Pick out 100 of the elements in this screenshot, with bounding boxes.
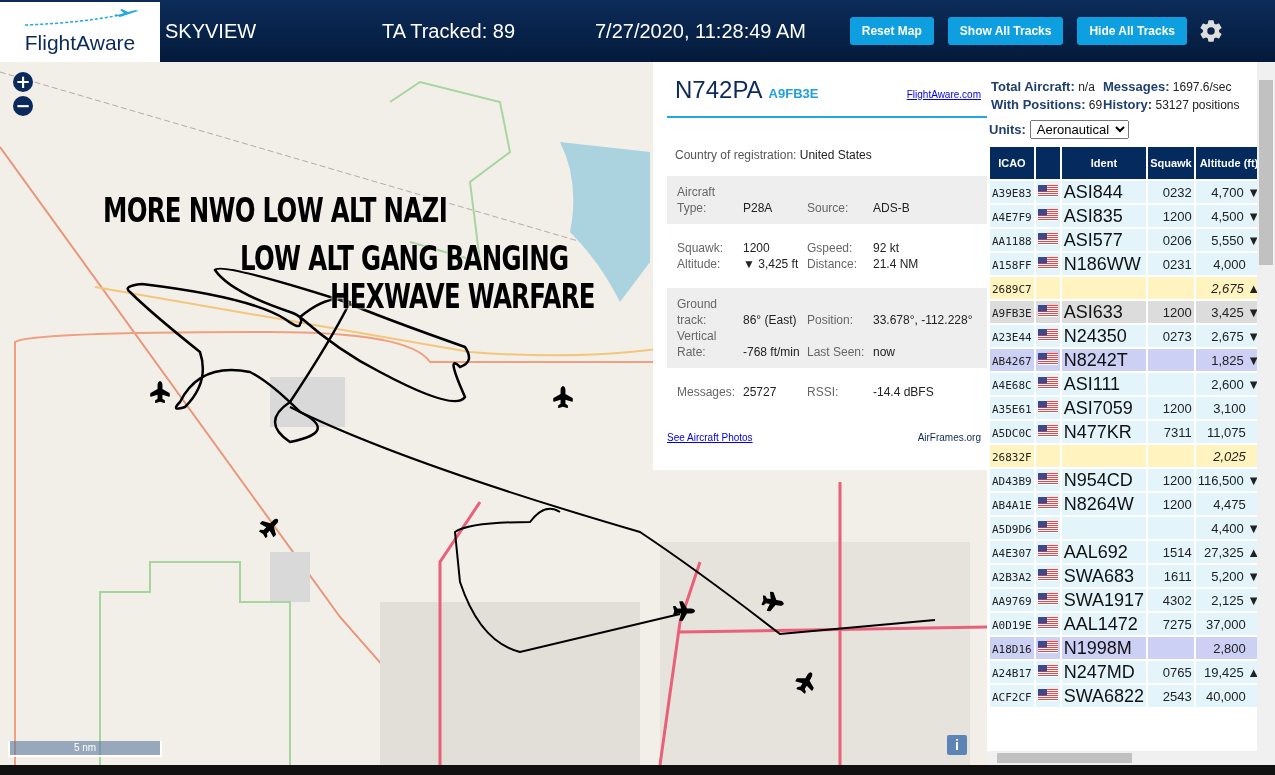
squawk-cell[interactable]: 0231 [1148,253,1194,275]
flag-cell[interactable] [1035,541,1060,563]
icao-cell[interactable]: AA9769 [990,589,1034,611]
flag-cell[interactable] [1035,397,1060,419]
flag-cell[interactable] [1035,229,1060,251]
altitude-cell[interactable]: 40,000 [1195,685,1257,707]
altitude-cell[interactable]: 4,000 [1195,253,1257,275]
squawk-cell[interactable]: 1200 [1148,301,1194,323]
squawk-cell[interactable] [1148,277,1194,299]
icao-cell[interactable]: A35E61 [990,397,1034,419]
icao-cell[interactable]: A39E83 [990,181,1034,203]
altitude-cell[interactable]: 4,400 ▼ [1195,517,1257,539]
icao-cell[interactable]: A4E68C [990,373,1034,395]
squawk-cell[interactable] [1148,445,1194,467]
ident-cell[interactable] [1061,277,1147,299]
vertical-scrollbar[interactable] [1257,62,1275,765]
altitude-cell[interactable]: 1,825 ▼ [1195,349,1257,371]
squawk-cell[interactable]: 0206 [1148,229,1194,251]
ident-cell[interactable] [1061,517,1147,539]
ident-cell[interactable]: N24350 [1061,325,1147,347]
ident-cell[interactable]: ASI844 [1061,181,1147,203]
altitude-cell[interactable]: 5,200 ▼ [1195,565,1257,587]
airplane-icon[interactable] [259,516,281,538]
flightaware-logo[interactable]: FlightAware [0,2,160,62]
altitude-cell[interactable]: 2,800 [1195,637,1257,659]
altitude-cell[interactable]: 3,425 ▼ [1195,301,1257,323]
ident-cell[interactable]: ASI577 [1061,229,1147,251]
altitude-cell[interactable]: 116,500 ▼ [1195,469,1257,491]
altitude-cell[interactable]: 2,125 ▼ [1195,589,1257,611]
ident-cell[interactable]: ASI111 [1061,373,1147,395]
ident-cell[interactable]: SWA6822 [1061,685,1147,707]
altitude-cell[interactable]: 2,675 ▲ [1195,277,1257,299]
ident-cell[interactable]: SWA683 [1061,565,1147,587]
ident-cell[interactable]: ASI7059 [1061,397,1147,419]
flag-cell[interactable] [1035,565,1060,587]
icao-cell[interactable]: A5D9D6 [990,517,1034,539]
icao-cell[interactable]: ACF2CF [990,685,1034,707]
flag-cell[interactable] [1035,205,1060,227]
squawk-cell[interactable] [1148,349,1194,371]
flag-cell[interactable] [1035,469,1060,491]
altitude-cell[interactable]: 3,100 [1195,397,1257,419]
altitude-cell[interactable]: 37,000 [1195,613,1257,635]
squawk-cell[interactable] [1148,637,1194,659]
ident-cell[interactable]: N1998M [1061,637,1147,659]
flag-cell[interactable] [1035,661,1060,683]
altitude-cell[interactable]: 11,075 [1195,421,1257,443]
ident-cell[interactable]: N8264W [1061,493,1147,515]
squawk-cell[interactable]: 1514 [1148,541,1194,563]
column-header[interactable]: Ident [1061,147,1147,179]
airplane-icon[interactable] [762,591,784,613]
ident-cell[interactable]: SWA1917 [1061,589,1147,611]
altitude-cell[interactable]: 2,025 [1195,445,1257,467]
ident-cell[interactable]: N247MD [1061,661,1147,683]
info-button[interactable]: i [947,735,967,755]
airplane-icon[interactable] [795,671,817,693]
icao-cell[interactable]: A18D16 [990,637,1034,659]
column-header[interactable]: Altitude (ft) [1195,147,1257,179]
flag-cell[interactable] [1035,181,1060,203]
airframes-link[interactable]: AirFrames.org [917,432,981,443]
flag-cell[interactable] [1035,517,1060,539]
horizontal-scrollbar[interactable] [987,751,1257,765]
altitude-cell[interactable]: 4,500 ▼ [1195,205,1257,227]
column-header[interactable]: ICAO [990,147,1034,179]
ident-cell[interactable]: AAL1472 [1061,613,1147,635]
icao-cell[interactable]: AB4A1E [990,493,1034,515]
icao-cell[interactable]: A23E44 [990,325,1034,347]
zoom-out-button[interactable]: − [13,96,33,116]
settings-icon[interactable] [1199,19,1223,43]
airplane-icon[interactable] [673,600,695,622]
altitude-cell[interactable]: 4,475 [1195,493,1257,515]
squawk-cell[interactable]: 1611 [1148,565,1194,587]
squawk-cell[interactable] [1148,373,1194,395]
flag-cell[interactable] [1035,253,1060,275]
squawk-cell[interactable]: 0765 [1148,661,1194,683]
ident-cell[interactable]: N186WW [1061,253,1147,275]
icao-cell[interactable]: AD43B9 [990,469,1034,491]
squawk-cell[interactable]: 0273 [1148,325,1194,347]
icao-cell[interactable]: 26832F [990,445,1034,467]
flag-cell[interactable] [1035,589,1060,611]
flightaware-link[interactable]: FlightAware.com [906,89,981,100]
flag-cell[interactable] [1035,301,1060,323]
ident-cell[interactable]: ASI835 [1061,205,1147,227]
ident-cell[interactable]: AAL692 [1061,541,1147,563]
flag-cell[interactable] [1035,277,1060,299]
airplane-icon[interactable] [552,386,574,408]
units-select[interactable]: Aeronautical [1029,120,1129,139]
icao-cell[interactable]: A24B17 [990,661,1034,683]
flag-cell[interactable] [1035,685,1060,707]
altitude-cell[interactable]: 19,425 ▲ [1195,661,1257,683]
altitude-cell[interactable]: 2,600 ▼ [1195,373,1257,395]
squawk-cell[interactable] [1148,517,1194,539]
squawk-cell[interactable]: 7311 [1148,421,1194,443]
icao-cell[interactable]: AB4267 [990,349,1034,371]
column-header[interactable] [1035,147,1060,179]
squawk-cell[interactable]: 2543 [1148,685,1194,707]
squawk-cell[interactable]: 1200 [1148,469,1194,491]
column-header[interactable]: Squawk [1148,147,1194,179]
icao-cell[interactable]: A4E7F9 [990,205,1034,227]
flag-cell[interactable] [1035,613,1060,635]
icao-cell[interactable]: A2B3A2 [990,565,1034,587]
